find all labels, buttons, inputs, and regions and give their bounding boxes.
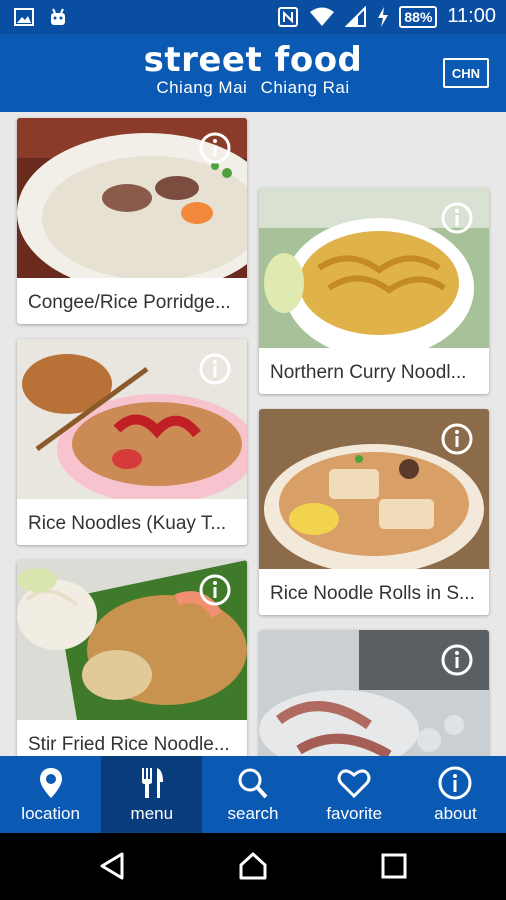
card-label: Rice Noodle Rolls in S... [270, 583, 475, 604]
back-icon[interactable] [98, 851, 128, 881]
wifi-icon [310, 7, 335, 26]
info-icon[interactable] [199, 132, 231, 164]
info-icon[interactable] [199, 353, 231, 385]
battery-level: 88% [399, 5, 438, 28]
android-icon [51, 8, 65, 25]
recents-icon[interactable] [380, 852, 408, 880]
nav-label: menu [130, 804, 174, 823]
location-pin-icon [39, 768, 62, 798]
card-label: Congee/Rice Porridge... [28, 292, 231, 313]
info-icon[interactable] [199, 574, 231, 606]
home-icon[interactable] [237, 850, 269, 882]
app-logo: street food Chiang Mai Chiang Rai [0, 40, 506, 98]
food-card-northern-curry-noodle[interactable]: Northern Curry Noodl... [259, 188, 489, 394]
nfc-icon [278, 6, 299, 27]
logo-title: street food [143, 40, 363, 80]
food-card-rice-noodles[interactable]: Rice Noodles (Kuay T... [17, 339, 247, 545]
clock: 11:00 [447, 5, 496, 27]
heart-icon [337, 769, 371, 799]
nav-search[interactable]: search [202, 756, 303, 833]
info-icon[interactable] [441, 202, 473, 234]
food-card-seafood[interactable] [259, 630, 489, 756]
card-label: Stir Fried Rice Noodle... [28, 734, 230, 755]
fork-knife-icon [141, 768, 163, 798]
nav-label: about [434, 804, 477, 823]
info-icon[interactable] [441, 644, 473, 676]
nav-label: search [227, 804, 279, 823]
logo-city-chiang-mai: Chiang Mai [156, 78, 248, 97]
charging-icon [378, 6, 389, 27]
card-label: Northern Curry Noodl... [270, 362, 467, 383]
food-card-rice-noodle-rolls[interactable]: Rice Noodle Rolls in S... [259, 409, 489, 615]
gallery-icon [14, 8, 34, 26]
status-bar: 88% 11:00 [0, 0, 506, 34]
nav-menu[interactable]: menu [101, 756, 203, 833]
nav-label: favorite [326, 804, 383, 823]
nav-favorite[interactable]: favorite [304, 756, 405, 833]
language-button[interactable]: CHN [443, 58, 489, 88]
info-icon[interactable] [441, 423, 473, 455]
food-card-stir-fried-noodles[interactable]: Stir Fried Rice Noodle... [17, 560, 247, 756]
app-bar: street food Chiang Mai Chiang Rai CHN [0, 34, 506, 112]
bottom-nav: location menu search favorite about [0, 756, 506, 833]
signal-icon [345, 5, 367, 27]
system-nav-bar [0, 833, 506, 900]
info-icon [438, 766, 472, 800]
card-label: Rice Noodles (Kuay T... [28, 513, 227, 534]
nav-label: location [21, 804, 80, 823]
logo-city-chiang-rai: Chiang Rai [260, 78, 350, 97]
nav-location[interactable]: location [0, 756, 101, 833]
search-icon [238, 768, 268, 799]
food-card-congee[interactable]: Congee/Rice Porridge... [17, 118, 247, 324]
food-grid[interactable]: Congee/Rice Porridge... Northern Curry N… [0, 112, 506, 756]
nav-about[interactable]: about [405, 756, 506, 833]
